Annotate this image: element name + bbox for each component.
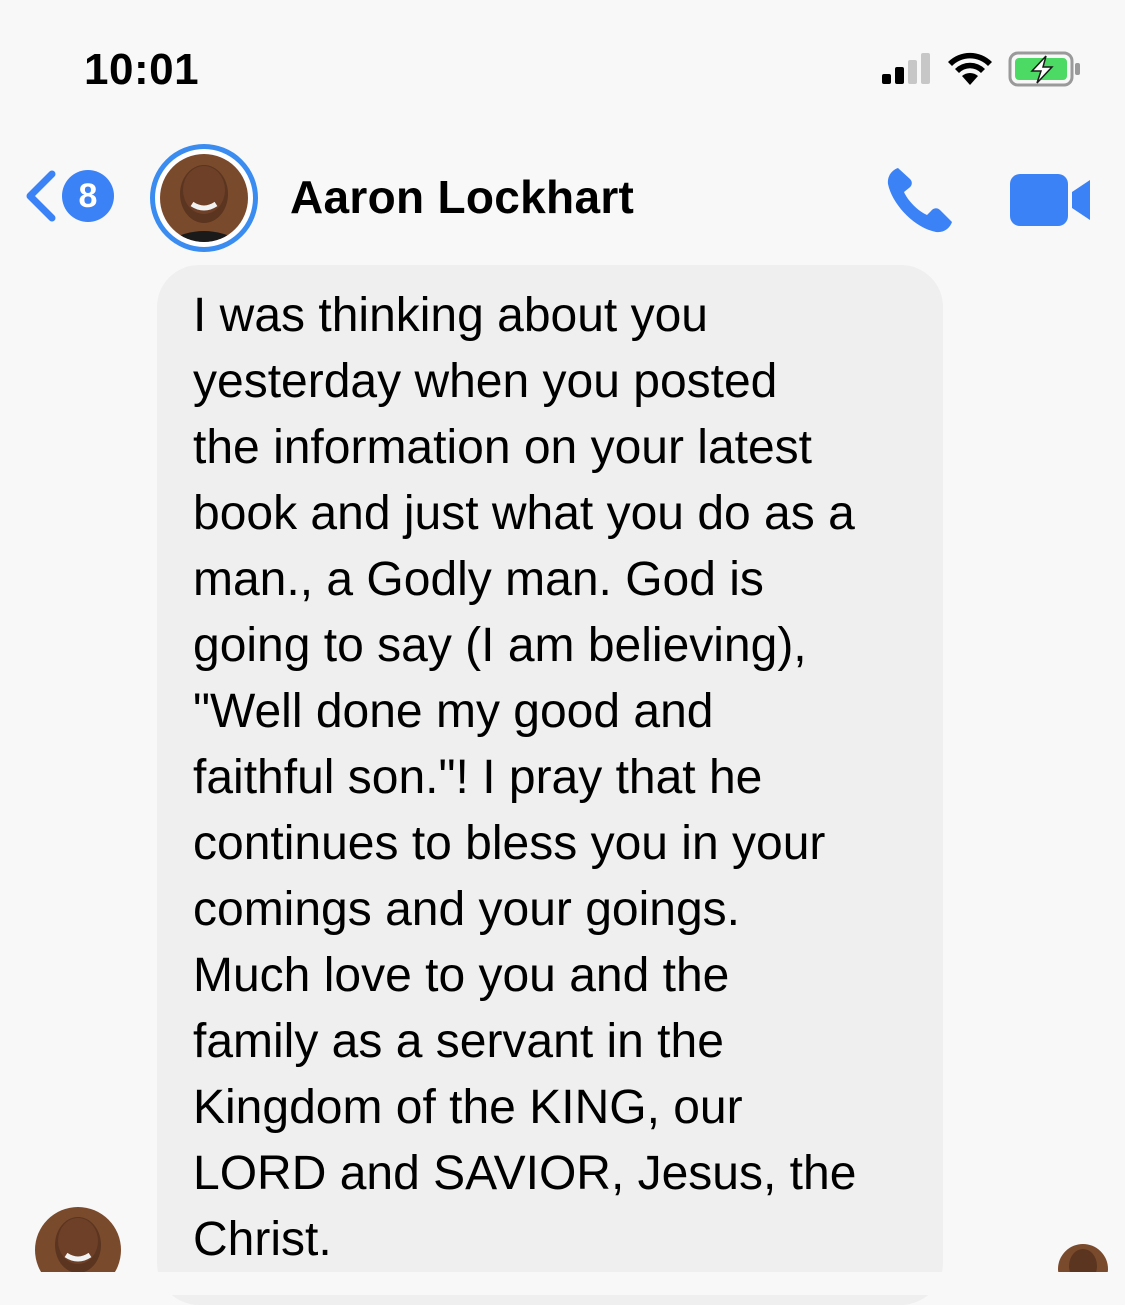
message-bubble[interactable]: I was thinking about you yesterday when …: [157, 265, 943, 1305]
conversation-header: 8 Aaron Lockhart: [0, 130, 1125, 270]
unread-count-badge: 8: [62, 170, 114, 222]
contact-name[interactable]: Aaron Lockhart: [290, 170, 634, 224]
phone-icon[interactable]: [884, 164, 956, 236]
back-chevron-icon: [26, 170, 56, 222]
wifi-icon: [948, 52, 992, 85]
bottom-fade: [0, 1272, 1125, 1295]
status-time: 10:01: [84, 45, 200, 94]
signal-icon: [882, 53, 930, 84]
message-text: I was thinking about you yesterday when …: [193, 289, 857, 1266]
contact-avatar[interactable]: [150, 144, 258, 252]
status-bar: 10:01: [0, 0, 1125, 130]
contact-photo: [160, 154, 248, 242]
back-button[interactable]: 8: [22, 164, 122, 228]
video-camera-icon[interactable]: [1008, 170, 1094, 230]
battery-charging-icon: [1008, 51, 1080, 87]
